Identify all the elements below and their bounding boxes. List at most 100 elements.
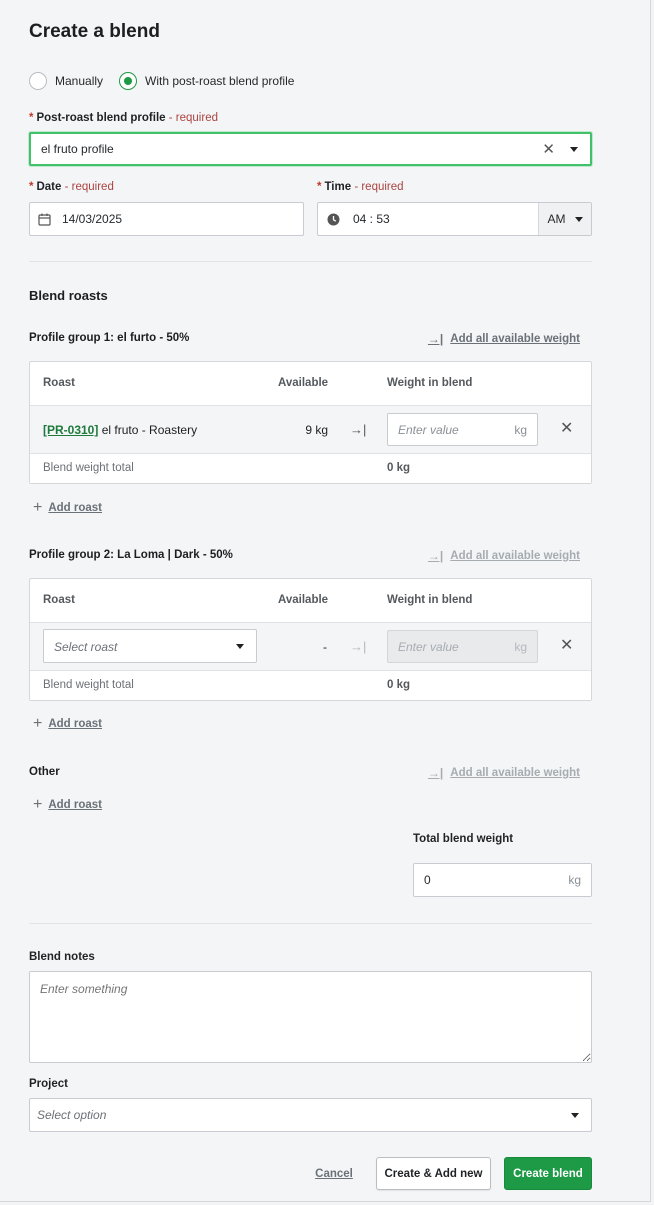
- total-blend-weight-unit: kg: [568, 873, 581, 887]
- add-roast-group-2[interactable]: + Add roast: [33, 715, 102, 733]
- total-value: 0 kg: [387, 462, 411, 474]
- section-divider: [29, 261, 592, 262]
- profile-select[interactable]: el fruto profile ✕: [29, 132, 592, 166]
- section-divider: [29, 923, 592, 924]
- time-label: * Time - required: [317, 181, 404, 193]
- required-star: *: [317, 181, 322, 193]
- profile-label: * Post-roast blend profile - required: [29, 112, 218, 124]
- total-blend-weight-label: Total blend weight: [413, 833, 514, 845]
- page-title: Create a blend: [29, 21, 160, 42]
- add-roast-label: Add roast: [48, 718, 103, 730]
- weight-input[interactable]: Enter value kg: [387, 413, 538, 446]
- arrow-to-line-icon: →|: [427, 332, 444, 346]
- clear-icon[interactable]: ✕: [542, 140, 555, 158]
- notes-textarea[interactable]: [29, 971, 592, 1063]
- radio-selected-icon: [119, 72, 138, 90]
- add-all-weight-other[interactable]: →| Add all available weight: [428, 766, 580, 780]
- mode-profile-label: With post-roast blend profile: [145, 74, 295, 88]
- column-available: Available: [278, 594, 329, 606]
- roast-code-link[interactable]: [PR-0310]: [43, 423, 98, 437]
- table-header: Roast Available Weight in blend: [30, 579, 591, 623]
- chevron-down-icon[interactable]: [570, 146, 578, 152]
- table-footer: Blend weight total 0 kg: [30, 454, 591, 483]
- remove-roast-icon[interactable]: ✕: [560, 418, 573, 438]
- roast-cell: [PR-0310] el fruto - Roastery: [43, 423, 197, 437]
- weight-placeholder: Enter value: [398, 423, 459, 437]
- create-blend-button[interactable]: Create blend: [504, 1157, 592, 1190]
- arrow-to-line-icon: →|: [427, 549, 444, 563]
- weight-input[interactable]: Enter value kg: [387, 630, 538, 663]
- mode-radio-group: Manually With post-roast blend profile: [29, 71, 310, 91]
- add-roast-label: Add roast: [48, 502, 103, 514]
- profile-label-text: Post-roast blend profile: [36, 112, 166, 124]
- use-available-icon[interactable]: →|: [350, 639, 366, 654]
- ampm-select[interactable]: AM: [538, 203, 591, 235]
- date-input[interactable]: 14/03/2025: [29, 202, 304, 236]
- add-all-weight-group-2[interactable]: →| Add all available weight: [428, 549, 580, 563]
- date-label: * Date - required: [29, 181, 114, 193]
- radio-circle-icon: [29, 72, 47, 90]
- cancel-button[interactable]: Cancel: [310, 1157, 358, 1190]
- plus-icon: +: [33, 796, 43, 813]
- time-input[interactable]: 04 : 53 AM: [317, 202, 592, 236]
- remove-roast-icon[interactable]: ✕: [560, 635, 573, 655]
- project-placeholder: Select option: [37, 1108, 107, 1122]
- column-roast: Roast: [43, 377, 75, 389]
- weight-unit: kg: [514, 640, 527, 654]
- profile-required-text: - required: [168, 112, 218, 124]
- mode-profile-radio[interactable]: With post-roast blend profile: [119, 72, 294, 90]
- notes-label: Blend notes: [29, 951, 95, 963]
- create-add-new-button[interactable]: Create & Add new: [376, 1157, 491, 1190]
- table-row: Select roast - →| Enter value kg ✕: [30, 623, 591, 671]
- plus-icon: +: [33, 715, 43, 732]
- project-label: Project: [29, 1078, 68, 1090]
- total-blend-weight-value: 0: [424, 873, 431, 887]
- column-available: Available: [278, 377, 329, 389]
- group-1-title: Profile group 1: el furto - 50%: [29, 332, 190, 344]
- add-all-weight-group-1[interactable]: →| Add all available weight: [428, 332, 580, 346]
- total-blend-weight-input[interactable]: 0 kg: [413, 863, 592, 897]
- column-weight: Weight in blend: [387, 377, 473, 389]
- time-value: 04 : 53: [353, 212, 390, 226]
- calendar-icon: [38, 213, 51, 226]
- add-roast-label: Add roast: [48, 799, 103, 811]
- group-1-table: Roast Available Weight in blend [PR-0310…: [29, 361, 592, 484]
- date-required-text: - required: [64, 181, 114, 193]
- ampm-value: AM: [547, 212, 566, 226]
- use-available-icon[interactable]: →|: [350, 422, 366, 437]
- table-row: [PR-0310] el fruto - Roastery 9 kg →| En…: [30, 406, 591, 454]
- total-value: 0 kg: [387, 679, 411, 691]
- mode-manual-label: Manually: [55, 74, 104, 88]
- blend-roasts-title: Blend roasts: [29, 288, 108, 303]
- add-all-label: Add all available weight: [450, 550, 580, 562]
- total-label: Blend weight total: [43, 462, 134, 474]
- roast-name: el fruto - Roastery: [101, 423, 198, 437]
- project-select[interactable]: Select option: [29, 1098, 592, 1132]
- add-roast-group-1[interactable]: + Add roast: [33, 499, 102, 517]
- chevron-down-icon: [574, 216, 583, 222]
- time-label-text: Time: [324, 181, 352, 193]
- profile-select-value: el fruto profile: [41, 142, 114, 156]
- clock-icon: [327, 213, 340, 226]
- other-title: Other: [29, 766, 60, 778]
- select-roast-placeholder: Select roast: [54, 640, 118, 654]
- group-2-title: Profile group 2: La Loma | Dark - 50%: [29, 549, 233, 561]
- plus-icon: +: [33, 499, 43, 516]
- table-footer: Blend weight total 0 kg: [30, 671, 591, 700]
- select-roast-dropdown[interactable]: Select roast: [43, 629, 257, 663]
- date-label-text: Date: [36, 181, 62, 193]
- total-label: Blend weight total: [43, 679, 134, 691]
- chevron-down-icon: [236, 644, 244, 649]
- group-2-table: Roast Available Weight in blend Select r…: [29, 578, 592, 701]
- available-value: -: [323, 640, 327, 654]
- column-weight: Weight in blend: [387, 594, 473, 606]
- time-required-text: - required: [354, 181, 404, 193]
- add-all-label: Add all available weight: [450, 767, 580, 779]
- create-blend-panel: Create a blend Manually With post-roast …: [0, 0, 651, 1202]
- arrow-to-line-icon: →|: [427, 766, 444, 780]
- table-header: Roast Available Weight in blend: [30, 362, 591, 406]
- add-roast-other[interactable]: + Add roast: [33, 796, 102, 814]
- mode-manual-radio[interactable]: Manually: [29, 72, 103, 90]
- weight-placeholder: Enter value: [398, 640, 459, 654]
- chevron-down-icon: [571, 1112, 579, 1118]
